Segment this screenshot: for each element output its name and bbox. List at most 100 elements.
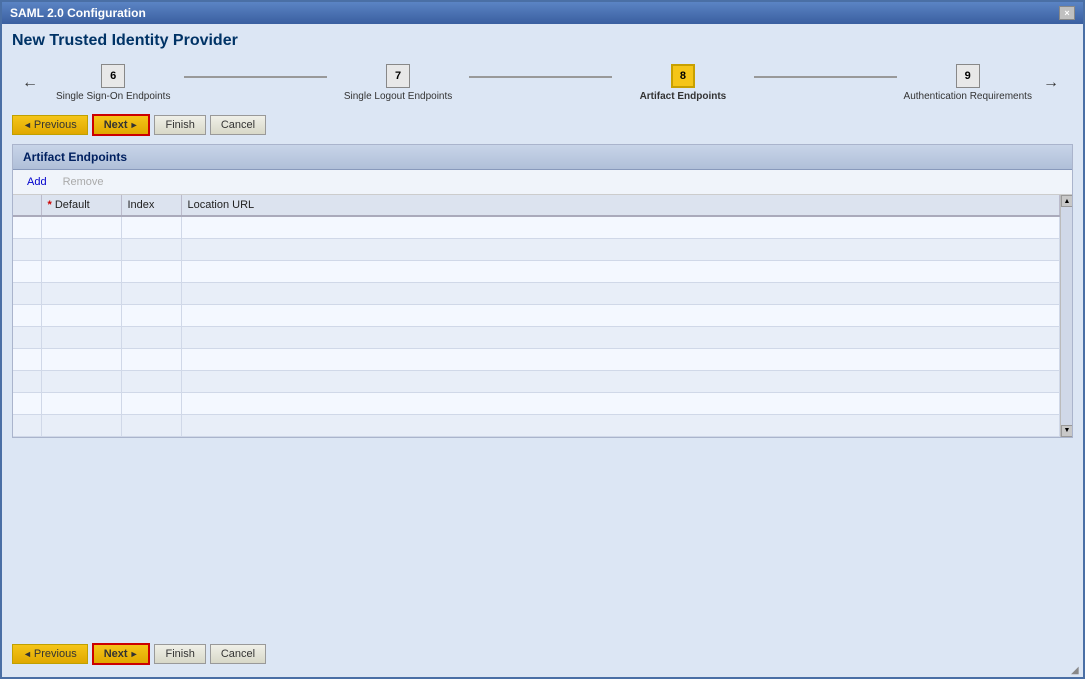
row-location	[181, 326, 1060, 348]
step-7-number: 7	[386, 64, 410, 88]
title-bar-buttons: ×	[1059, 6, 1075, 20]
row-default	[41, 216, 121, 238]
col-location-header: Location URL	[181, 195, 1060, 216]
row-default	[41, 326, 121, 348]
bottom-toolbar: Previous Next Finish Cancel	[12, 643, 1073, 665]
row-selector	[13, 370, 41, 392]
table-row	[13, 414, 1060, 436]
bottom-next-button[interactable]: Next	[92, 643, 151, 665]
row-location	[181, 414, 1060, 436]
wizard-steps-container: 6 Single Sign-On Endpoints 7 Single Logo…	[42, 64, 1039, 102]
step-6-label: Single Sign-On Endpoints	[56, 91, 171, 102]
table-body	[13, 216, 1060, 436]
wizard-steps: ← 6 Single Sign-On Endpoints 7 Single Lo…	[12, 58, 1073, 108]
endpoints-table: * Default Index Location URL	[13, 195, 1060, 437]
top-cancel-button[interactable]: Cancel	[210, 115, 266, 135]
row-index	[121, 238, 181, 260]
scrollbar-down-btn[interactable]: ▼	[1061, 425, 1072, 437]
wizard-step-8: 8 Artifact Endpoints	[612, 64, 754, 102]
row-selector	[13, 260, 41, 282]
table-row	[13, 238, 1060, 260]
col-index-label: Index	[128, 199, 155, 211]
row-location	[181, 370, 1060, 392]
col-location-label: Location URL	[188, 199, 255, 211]
top-finish-button[interactable]: Finish	[154, 115, 205, 135]
step-8-label: Artifact Endpoints	[640, 91, 727, 102]
step-9-number: 9	[956, 64, 980, 88]
row-location	[181, 304, 1060, 326]
wizard-step-7: 7 Single Logout Endpoints	[327, 64, 469, 102]
wizard-step-6: 6 Single Sign-On Endpoints	[42, 64, 184, 102]
bottom-previous-button[interactable]: Previous	[12, 644, 88, 664]
row-default	[41, 348, 121, 370]
close-button[interactable]: ×	[1059, 6, 1075, 20]
top-toolbar: Previous Next Finish Cancel	[12, 114, 1073, 136]
row-default	[41, 304, 121, 326]
step-6-number: 6	[101, 64, 125, 88]
table-container: * Default Index Location URL	[13, 195, 1072, 437]
row-index	[121, 348, 181, 370]
remove-button[interactable]: Remove	[55, 174, 112, 190]
table-row	[13, 216, 1060, 238]
artifact-endpoints-panel: Artifact Endpoints Add Remove * Defau	[12, 144, 1073, 438]
wizard-step-9: 9 Authentication Requirements	[897, 64, 1039, 102]
row-location	[181, 238, 1060, 260]
prev-arrow-bottom-icon	[23, 648, 32, 660]
table-scrollbar[interactable]: ▲ ▼	[1060, 195, 1072, 437]
main-window: SAML 2.0 Configuration × New Trusted Ide…	[0, 0, 1085, 679]
step-7-label: Single Logout Endpoints	[344, 91, 452, 102]
table-header-row: * Default Index Location URL	[13, 195, 1060, 216]
top-next-label: Next	[104, 119, 128, 131]
row-index	[121, 282, 181, 304]
row-index	[121, 414, 181, 436]
add-button[interactable]: Add	[19, 174, 55, 190]
col-index-header: Index	[121, 195, 181, 216]
scrollbar-up-btn[interactable]: ▲	[1061, 195, 1072, 207]
bottom-finish-label: Finish	[165, 648, 194, 660]
table-row	[13, 370, 1060, 392]
step-connector-6-7	[184, 76, 326, 78]
row-default	[41, 370, 121, 392]
row-index	[121, 370, 181, 392]
top-previous-button[interactable]: Previous	[12, 115, 88, 135]
row-location	[181, 282, 1060, 304]
col-default-label: Default	[55, 199, 90, 211]
window-title: SAML 2.0 Configuration	[10, 6, 146, 20]
bottom-next-label: Next	[104, 648, 128, 660]
bottom-finish-button[interactable]: Finish	[154, 644, 205, 664]
top-previous-label: Previous	[34, 119, 77, 131]
panel-header: Artifact Endpoints	[13, 145, 1072, 170]
row-default	[41, 260, 121, 282]
row-location	[181, 260, 1060, 282]
row-default	[41, 282, 121, 304]
row-selector	[13, 238, 41, 260]
row-index	[121, 216, 181, 238]
row-default	[41, 414, 121, 436]
row-default	[41, 392, 121, 414]
table-row	[13, 282, 1060, 304]
bottom-cancel-button[interactable]: Cancel	[210, 644, 266, 664]
row-selector	[13, 216, 41, 238]
resize-handle[interactable]: ◢	[1071, 665, 1083, 677]
row-selector	[13, 392, 41, 414]
row-selector	[13, 326, 41, 348]
table-row	[13, 304, 1060, 326]
row-index	[121, 326, 181, 348]
top-cancel-label: Cancel	[221, 119, 255, 131]
table-row	[13, 260, 1060, 282]
row-default	[41, 238, 121, 260]
page-title: New Trusted Identity Provider	[12, 32, 1073, 50]
bottom-cancel-label: Cancel	[221, 648, 255, 660]
row-location	[181, 216, 1060, 238]
wizard-arrow-left-icon: ←	[22, 74, 38, 92]
table-row	[13, 348, 1060, 370]
step-connector-7-8	[469, 76, 611, 78]
top-next-button[interactable]: Next	[92, 114, 151, 136]
prev-arrow-icon	[23, 119, 32, 131]
content-area: New Trusted Identity Provider ← 6 Single…	[2, 24, 1083, 677]
step-connector-8-9	[754, 76, 896, 78]
table-row	[13, 392, 1060, 414]
row-selector	[13, 304, 41, 326]
row-index	[121, 392, 181, 414]
top-finish-label: Finish	[165, 119, 194, 131]
